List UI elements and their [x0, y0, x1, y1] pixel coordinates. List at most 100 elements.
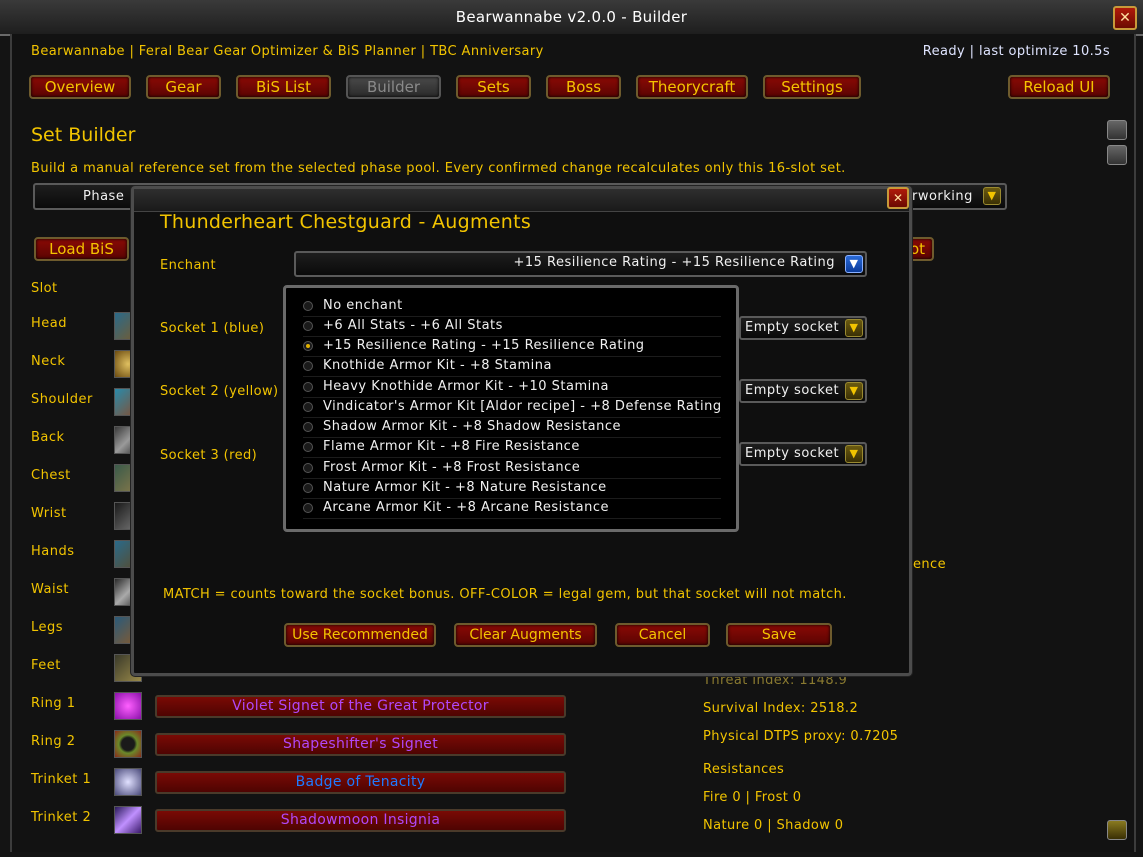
socket-1-label: Socket 1 (blue): [160, 321, 265, 336]
tab-overview[interactable]: Overview: [29, 75, 131, 99]
slot-label-head: Head: [31, 316, 67, 331]
slot-label-chest: Chest: [31, 468, 71, 483]
chevron-down-icon[interactable]: ▼: [983, 187, 1001, 205]
enchant-label: Enchant: [160, 258, 216, 273]
window-title: Bearwannabe v2.0.0 - Builder: [455, 8, 688, 26]
slot-icon-trinket-2[interactable]: [114, 806, 142, 834]
item-ring-1[interactable]: Violet Signet of the Great Protector: [155, 695, 566, 718]
tab-bis-list[interactable]: BiS List: [236, 75, 331, 99]
stat-survival-index: Survival Index: 2518.2: [703, 701, 859, 716]
slot-label-hands: Hands: [31, 544, 75, 559]
reload-ui-button[interactable]: Reload UI: [1008, 75, 1110, 99]
radio-icon: [303, 442, 313, 452]
dialog-title: Thunderheart Chestguard - Augments: [160, 211, 532, 233]
clear-augments-button[interactable]: Clear Augments: [454, 623, 597, 647]
enchant-option[interactable]: +6 All Stats - +6 All Stats: [303, 316, 721, 337]
dialog-title-bar[interactable]: [134, 189, 909, 212]
socket-2-label: Socket 2 (yellow): [160, 384, 279, 399]
socket-2-dropdown[interactable]: Empty socket ▼: [739, 379, 867, 403]
app-window: Bearwannabe v2.0.0 - Builder ✕ Bearwanna…: [0, 0, 1143, 857]
chevron-down-icon[interactable]: ▼: [845, 319, 863, 337]
scroll-thumb[interactable]: [1107, 145, 1127, 165]
radio-icon: [303, 463, 313, 473]
right-dropdown-value: rworking: [912, 189, 973, 204]
slot-label-shoulder: Shoulder: [31, 392, 93, 407]
enchant-option[interactable]: Flame Armor Kit - +8 Fire Resistance: [303, 437, 721, 458]
slot-label-trinket-2: Trinket 2: [31, 810, 92, 825]
slot-label-ring-2: Ring 2: [31, 734, 76, 749]
radio-selected-icon: [303, 341, 313, 351]
radio-icon: [303, 422, 313, 432]
load-bis-button[interactable]: Load BiS: [34, 237, 129, 261]
enchant-options-list: No enchant +6 All Stats - +6 All Stats +…: [283, 285, 739, 532]
resistances-line-2: Nature 0 | Shadow 0: [703, 818, 844, 833]
radio-icon: [303, 361, 313, 371]
enchant-option-selected[interactable]: +15 Resilience Rating - +15 Resilience R…: [303, 336, 721, 357]
item-trinket-1[interactable]: Badge of Tenacity: [155, 771, 566, 794]
radio-icon: [303, 321, 313, 331]
phase-label: Phase: [83, 189, 125, 204]
slot-icon-ring-1[interactable]: [114, 692, 142, 720]
tab-theorycraft[interactable]: Theorycraft: [636, 75, 748, 99]
enchant-dropdown[interactable]: +15 Resilience Rating - +15 Resilience R…: [294, 251, 867, 277]
cancel-button[interactable]: Cancel: [615, 623, 710, 647]
use-recommended-button[interactable]: Use Recommended: [284, 623, 436, 647]
socket-2-value: Empty socket: [745, 383, 840, 398]
slot-label-trinket-1: Trinket 1: [31, 772, 92, 787]
scroll-up-button[interactable]: [1107, 120, 1127, 140]
window-close-button[interactable]: ✕: [1113, 6, 1137, 30]
dialog-close-button[interactable]: ✕: [887, 187, 909, 209]
radio-icon: [303, 382, 313, 392]
socket-1-dropdown[interactable]: Empty socket ▼: [739, 316, 867, 340]
chevron-down-icon[interactable]: ▼: [845, 255, 863, 273]
enchant-value: +15 Resilience Rating - +15 Resilience R…: [513, 255, 835, 270]
title-bar[interactable]: Bearwannabe v2.0.0 - Builder ✕: [0, 0, 1143, 36]
slot-icon-ring-2[interactable]: [114, 730, 142, 758]
slot-label-feet: Feet: [31, 658, 61, 673]
tab-settings[interactable]: Settings: [763, 75, 861, 99]
tab-builder[interactable]: Builder: [346, 75, 441, 99]
enchant-option[interactable]: Arcane Armor Kit - +8 Arcane Resistance: [303, 498, 721, 519]
save-button[interactable]: Save: [726, 623, 832, 647]
slot-label-neck: Neck: [31, 354, 66, 369]
socket-3-value: Empty socket: [745, 446, 840, 461]
slot-icon-trinket-1[interactable]: [114, 768, 142, 796]
enchant-option[interactable]: Nature Armor Kit - +8 Nature Resistance: [303, 478, 721, 499]
radio-icon: [303, 301, 313, 311]
close-icon: ✕: [1119, 10, 1131, 26]
enchant-option[interactable]: Knothide Armor Kit - +8 Stamina: [303, 356, 721, 377]
enchant-option[interactable]: Heavy Knothide Armor Kit - +10 Stamina: [303, 377, 721, 398]
socket-3-dropdown[interactable]: Empty socket ▼: [739, 442, 867, 466]
enchant-option[interactable]: No enchant: [303, 296, 721, 317]
close-icon: ✕: [892, 191, 904, 205]
page-description: Build a manual reference set from the se…: [31, 161, 846, 176]
resistances-header: Resistances: [703, 762, 785, 777]
socket-1-value: Empty socket: [745, 320, 840, 335]
slot-label-ring-1: Ring 1: [31, 696, 76, 711]
enchant-option[interactable]: Shadow Armor Kit - +8 Shadow Resistance: [303, 417, 721, 438]
radio-icon: [303, 402, 313, 412]
chevron-down-icon[interactable]: ▼: [845, 445, 863, 463]
tab-boss[interactable]: Boss: [546, 75, 621, 99]
slot-label-back: Back: [31, 430, 65, 445]
socket-hint: MATCH = counts toward the socket bonus. …: [163, 587, 847, 602]
tab-gear[interactable]: Gear: [146, 75, 221, 99]
item-trinket-2[interactable]: Shadowmoon Insignia: [155, 809, 566, 832]
slot-label-wrist: Wrist: [31, 506, 67, 521]
slot-label-legs: Legs: [31, 620, 64, 635]
page-title: Set Builder: [31, 124, 136, 146]
stat-fragment: ence: [913, 557, 946, 572]
slot-label-waist: Waist: [31, 582, 69, 597]
radio-icon: [303, 503, 313, 513]
scroll-down-button[interactable]: [1107, 820, 1127, 840]
stat-dtps-proxy: Physical DTPS proxy: 0.7205: [703, 729, 899, 744]
resistances-line-1: Fire 0 | Frost 0: [703, 790, 802, 805]
tab-sets[interactable]: Sets: [456, 75, 531, 99]
enchant-option[interactable]: Vindicator's Armor Kit [Aldor recipe] - …: [303, 397, 721, 418]
chevron-down-icon[interactable]: ▼: [845, 382, 863, 400]
status-text: Ready | last optimize 10.5s: [922, 44, 1110, 59]
enchant-option[interactable]: Frost Armor Kit - +8 Frost Resistance: [303, 458, 721, 479]
slot-column-header: Slot: [31, 281, 58, 296]
item-ring-2[interactable]: Shapeshifter's Signet: [155, 733, 566, 756]
socket-3-label: Socket 3 (red): [160, 448, 258, 463]
